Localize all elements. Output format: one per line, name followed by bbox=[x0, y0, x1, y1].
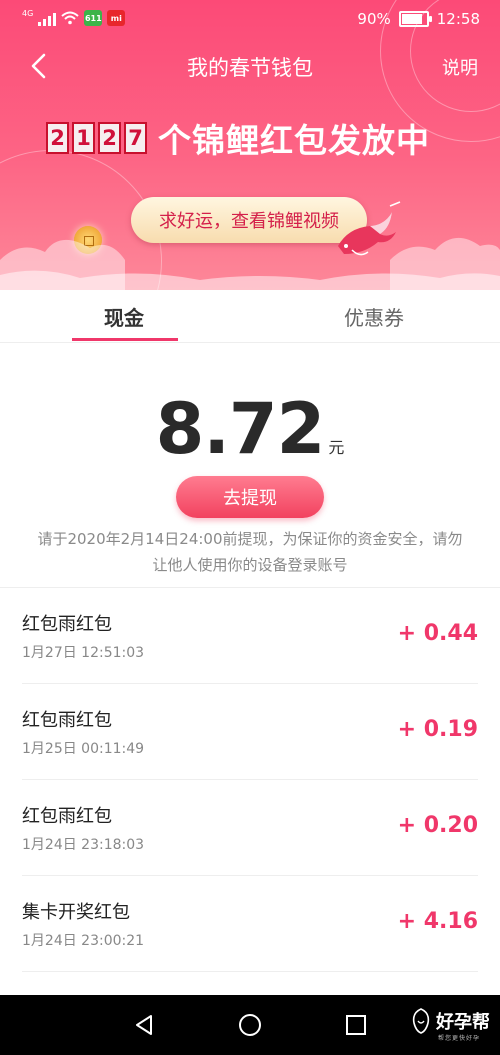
transaction-time: 1月27日 12:51:03 bbox=[22, 645, 145, 661]
active-tab-indicator bbox=[72, 338, 178, 341]
counter-digit: 2 bbox=[46, 122, 69, 154]
back-triangle-icon[interactable] bbox=[132, 1013, 156, 1037]
transaction-title: 红包雨红包 bbox=[22, 806, 112, 827]
transaction-time: 1月25日 00:11:49 bbox=[22, 741, 145, 757]
counter-digit: 7 bbox=[124, 122, 147, 154]
battery-icon bbox=[398, 11, 432, 27]
network-label: 4G bbox=[22, 8, 34, 18]
transaction-list: 红包雨红包 1月27日 12:51:03 + 0.44 红包雨红包 1月25日 … bbox=[0, 588, 500, 972]
transaction-time: 1月24日 23:18:03 bbox=[22, 837, 145, 853]
transaction-title: 红包雨红包 bbox=[22, 710, 112, 731]
help-link[interactable]: 说明 bbox=[442, 54, 478, 80]
tab-coupon[interactable]: 优惠券 bbox=[344, 302, 404, 331]
transaction-amount: + 0.44 bbox=[397, 621, 478, 646]
transaction-amount: + 0.20 bbox=[397, 813, 478, 838]
withdraw-label: 去提现 bbox=[223, 488, 277, 509]
withdraw-button[interactable]: 去提现 bbox=[176, 476, 324, 518]
watermark: 好孕帮 帮您更快好孕 bbox=[410, 1007, 490, 1042]
balance-unit: 元 bbox=[328, 438, 345, 457]
recents-square-icon[interactable] bbox=[344, 1013, 368, 1037]
status-bar: 4G 611 mi 90% 12:58 bbox=[0, 0, 500, 42]
app-notification-icon: 611 bbox=[84, 10, 103, 26]
koi-banner: 2 1 2 7 个锦鲤红包发放中 bbox=[46, 118, 430, 160]
page-title: 我的春节钱包 bbox=[187, 56, 313, 80]
transaction-row[interactable]: 红包雨红包 1月24日 23:18:03 + 0.20 bbox=[22, 780, 478, 876]
home-circle-icon[interactable] bbox=[238, 1013, 262, 1037]
transaction-title: 红包雨红包 bbox=[22, 614, 112, 635]
top-nav: 我的春节钱包 说明 bbox=[0, 46, 500, 86]
watermark-subtext: 帮您更快好孕 bbox=[438, 1035, 481, 1042]
system-nav-bar: 好孕帮 帮您更快好孕 bbox=[0, 995, 500, 1055]
banner-text: 个锦鲤红包发放中 bbox=[158, 121, 430, 160]
wallet-tabs: 现金 优惠券 bbox=[0, 290, 500, 343]
balance-amount: 8.72 bbox=[155, 388, 326, 470]
transaction-amount: + 0.19 bbox=[397, 717, 478, 742]
balance: 8.72 元 bbox=[0, 388, 500, 470]
cloud-decor bbox=[0, 237, 500, 290]
transaction-time: 1月24日 23:00:21 bbox=[22, 933, 145, 949]
transaction-amount: + 4.16 bbox=[397, 909, 478, 934]
battery-label: 90% bbox=[357, 10, 391, 28]
transaction-row[interactable]: 红包雨红包 1月27日 12:51:03 + 0.44 bbox=[22, 588, 478, 684]
header: 4G 611 mi 90% 12:58 我的春节钱包 说明 2 1 2 7 个锦… bbox=[0, 0, 500, 290]
watermark-logo-icon bbox=[412, 1008, 430, 1034]
counter-digit: 2 bbox=[98, 122, 121, 154]
counter-digit: 1 bbox=[72, 122, 95, 154]
clock: 12:58 bbox=[436, 10, 480, 28]
transaction-row[interactable]: 集卡开奖红包 1月24日 23:00:21 + 4.16 bbox=[22, 876, 478, 972]
tab-cash[interactable]: 现金 bbox=[104, 302, 144, 331]
transaction-title: 集卡开奖红包 bbox=[22, 902, 130, 923]
wifi-icon bbox=[61, 11, 79, 25]
watermark-text: 好孕帮 bbox=[436, 1012, 490, 1033]
app-notification-icon: mi bbox=[107, 10, 126, 26]
withdraw-notice: 请于2020年2月14日24:00前提现，为保证你的资金安全，请勿让他人使用你的… bbox=[37, 530, 463, 574]
signal-icon bbox=[38, 10, 57, 26]
transaction-row[interactable]: 红包雨红包 1月25日 00:11:49 + 0.19 bbox=[22, 684, 478, 780]
